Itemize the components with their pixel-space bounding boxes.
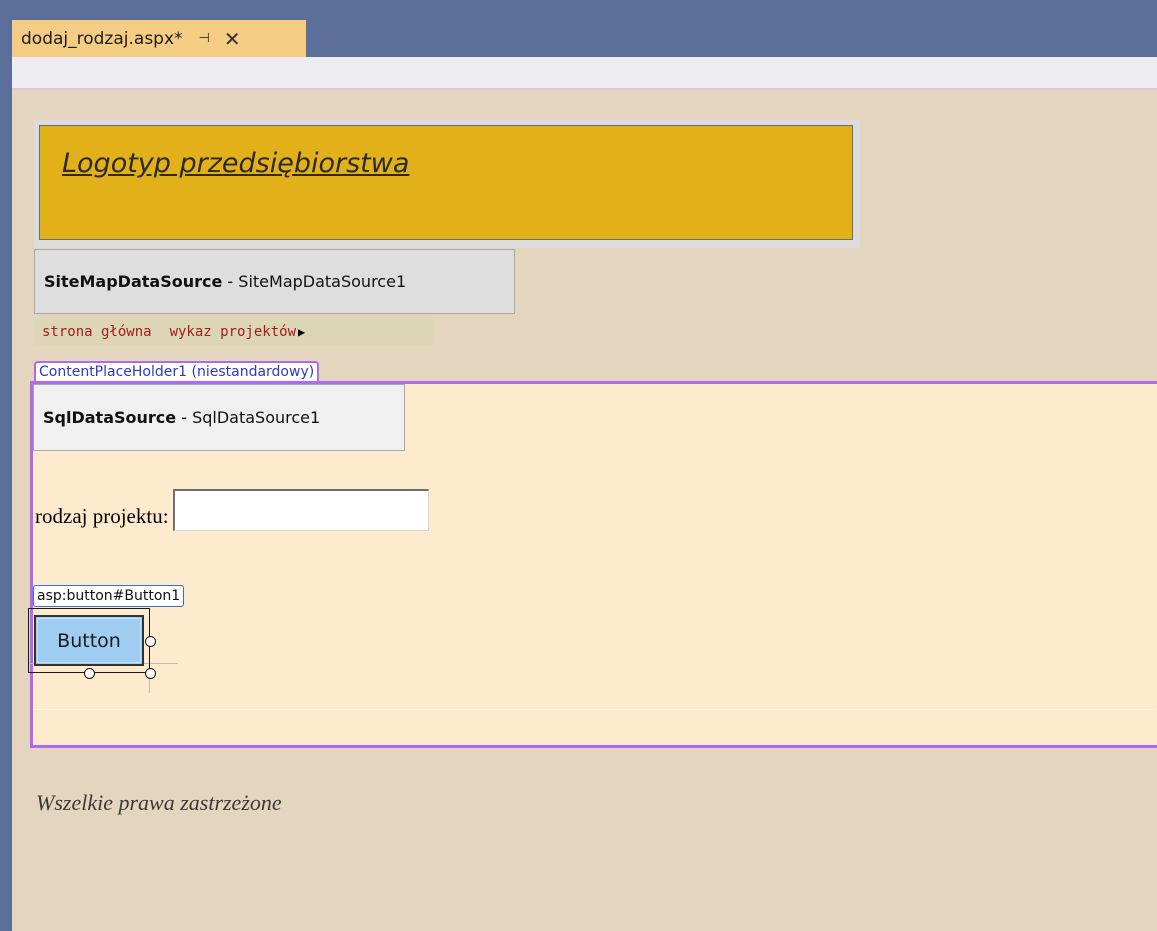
breadcrumb: strona główna wykaz projektów ▶ (34, 319, 434, 345)
sitemap-datasource-control[interactable]: SiteMapDataSource - SiteMapDataSource1 (34, 249, 515, 314)
document-tab[interactable]: dodaj_rodzaj.aspx* ⊣ ✕ (12, 20, 306, 57)
editor-toolbar (12, 57, 1157, 90)
sql-datasource-type: SqlDataSource (43, 408, 177, 427)
sql-datasource-id: SqlDataSource1 (192, 408, 321, 427)
project-type-row: rodzaj projektu: (35, 489, 429, 531)
breadcrumb-item-projects[interactable]: wykaz projektów (170, 324, 296, 340)
logo-panel[interactable]: Logotyp przedsiębiorstwa (34, 120, 860, 248)
placeholder-divider (33, 709, 1157, 710)
button1[interactable]: Button (34, 615, 144, 666)
sitemap-datasource-separator: - (222, 272, 239, 291)
resize-handle-bottom[interactable] (84, 668, 95, 679)
arrow-right-icon[interactable]: ▶ (298, 325, 305, 339)
sitemap-datasource-id: SiteMapDataSource1 (238, 272, 407, 291)
content-placeholder[interactable]: SqlDataSource - SqlDataSource1 rodzaj pr… (28, 381, 1157, 748)
sitemap-datasource-type: SiteMapDataSource (44, 272, 223, 291)
button-selection: Button (28, 608, 178, 693)
tab-title[interactable]: dodaj_rodzaj.aspx* (21, 29, 183, 49)
logo-text[interactable]: Logotyp przedsiębiorstwa (62, 148, 409, 179)
breadcrumb-item-home[interactable]: strona główna (42, 324, 152, 340)
close-icon[interactable]: ✕ (224, 27, 241, 51)
content-placeholder-label[interactable]: ContentPlaceHolder1 (niestandardowy) (34, 361, 320, 382)
sql-datasource-control[interactable]: SqlDataSource - SqlDataSource1 (33, 384, 405, 451)
resize-handle-bottom-right[interactable] (145, 668, 156, 679)
pin-icon[interactable]: ⊣ (199, 31, 210, 46)
sql-datasource-separator: - (176, 408, 193, 427)
project-type-label: rodzaj projektu: (35, 504, 169, 528)
logo-banner: Logotyp przedsiębiorstwa (39, 125, 853, 240)
design-surface[interactable]: Logotyp przedsiębiorstwa SiteMapDataSour… (12, 57, 1157, 931)
project-type-input[interactable] (172, 489, 429, 531)
resize-handle-right[interactable] (145, 636, 156, 647)
document-tab-strip: dodaj_rodzaj.aspx* ⊣ ✕ (0, 0, 1157, 57)
footer-text: Wszelkie prawa zastrzeżone (36, 790, 282, 815)
button-tag-label[interactable]: asp:button#Button1 (33, 585, 185, 607)
